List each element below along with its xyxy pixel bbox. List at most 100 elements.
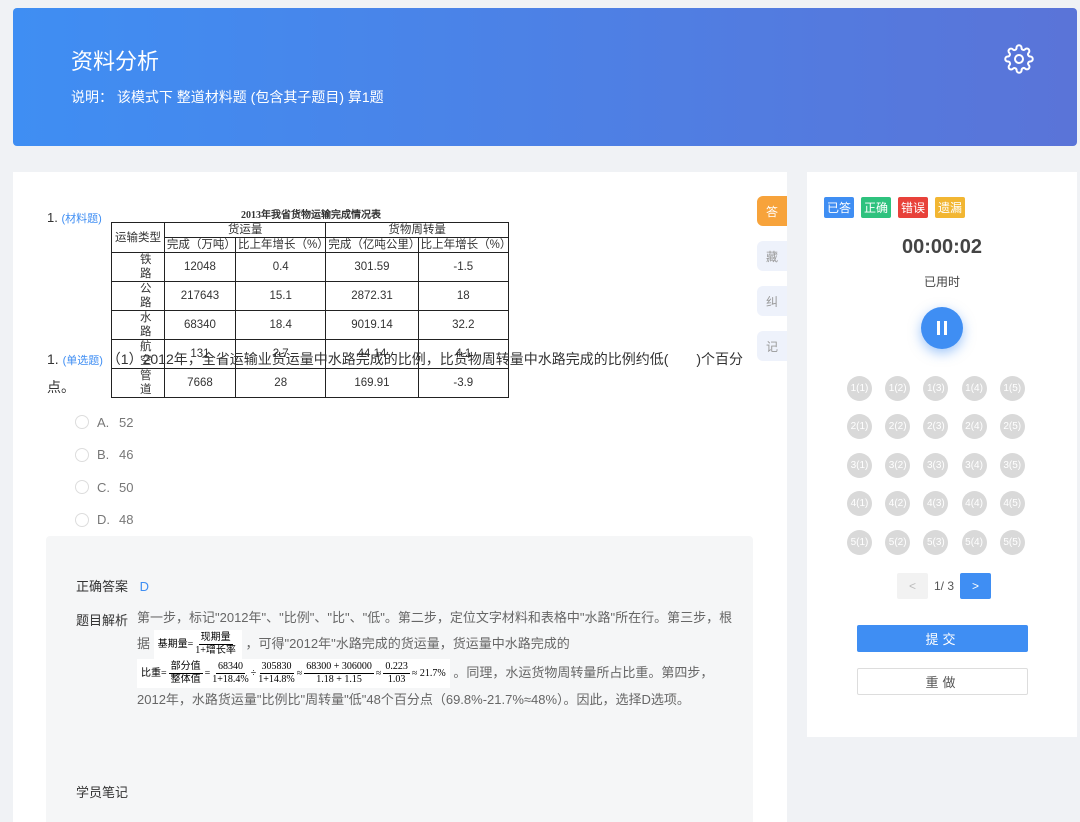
options-list: A. 52 B. 46 C. 50 D. 48 xyxy=(75,406,133,536)
legend-badge: 已答 xyxy=(824,197,855,218)
question-area: 1. (材料题) 2013年我省货物运输完成情况表 运输类型 货运量 货物周转量… xyxy=(13,172,787,822)
table-cell: 水路 xyxy=(111,310,165,340)
table-cell: 217643 xyxy=(163,281,237,311)
question-cell[interactable]: 5(4) xyxy=(961,529,987,555)
table-row: 铁路 12048 0.4 301.59 -1.5 xyxy=(111,252,510,282)
side-tag-1[interactable]: 藏 xyxy=(757,241,787,271)
timer-label: 已用时 xyxy=(923,275,960,289)
option-letter: B. xyxy=(97,447,110,463)
question-cell[interactable]: 4(3) xyxy=(923,491,949,517)
analysis-text: 第一步，标记"2012年"、"比例"、"比"、"低"。第二步，定位文字材料和表格… xyxy=(137,606,737,712)
option-a[interactable]: A. 52 xyxy=(75,406,133,439)
option-c[interactable]: C. 50 xyxy=(75,471,133,504)
status-legend: 已答 正确 错误 遗漏 xyxy=(824,197,966,218)
table-row: 水路 68340 18.4 9019.14 32.2 xyxy=(111,310,510,340)
pause-icon xyxy=(937,321,940,335)
question-cell[interactable]: 5(5) xyxy=(999,529,1025,555)
analysis-text-part2: ，可得"2012年"水路完成的货运量，货运量中水路完成的 xyxy=(245,635,570,651)
material-index: 1. xyxy=(47,210,58,225)
question-cell[interactable]: 1(4) xyxy=(961,376,987,401)
option-letter: D. xyxy=(97,512,110,528)
question-cell[interactable]: 2(2) xyxy=(885,414,911,440)
gear-icon[interactable] xyxy=(1004,44,1034,74)
question-cell[interactable]: 3(1) xyxy=(847,452,872,478)
question-text: （1）2012年，全省运输业货运量中水路完成的比例，比货物周转量中水路完成的比例… xyxy=(47,351,744,395)
question-cell[interactable]: 5(1) xyxy=(847,529,872,555)
table-cell: -1.5 xyxy=(417,252,510,282)
question-cell[interactable]: 1(5) xyxy=(999,376,1025,401)
submit-button[interactable]: 提交 xyxy=(857,625,1028,652)
question-stem: 1. (单选题) （1）2012年，全省运输业货运量中水路完成的比例，比货物周转… xyxy=(47,346,759,400)
question-cell[interactable]: 2(3) xyxy=(923,414,949,440)
answer-row: 正确答案 D xyxy=(76,576,149,595)
option-b[interactable]: B. 46 xyxy=(75,439,133,472)
question-cell[interactable]: 5(2) xyxy=(885,529,911,555)
table-cell: 301.59 xyxy=(325,252,419,282)
option-text: 48 xyxy=(119,512,134,528)
table-cell: 15.1 xyxy=(235,281,327,311)
mode-description: 说明： 该模式下 整道材料题 (包含其子题目) 算1题 xyxy=(71,89,384,105)
question-cell[interactable]: 1(2) xyxy=(885,376,911,401)
question-tag: (单选题) xyxy=(62,355,103,367)
table-cell: 68340 xyxy=(163,310,237,340)
question-cell[interactable]: 1(3) xyxy=(923,376,949,401)
question-cell[interactable]: 3(5) xyxy=(999,452,1025,478)
timer-display: 00:00:02 xyxy=(901,236,983,258)
prev-page-button[interactable]: < xyxy=(897,573,928,599)
table-cell: 0.4 xyxy=(235,252,327,282)
table-cell: 2872.31 xyxy=(325,281,419,311)
radio-button[interactable] xyxy=(75,447,89,462)
radio-button[interactable] xyxy=(75,415,89,430)
question-cell[interactable]: 4(2) xyxy=(885,491,911,517)
pause-button[interactable] xyxy=(921,307,963,349)
question-grid: 1(1) 1(2) 1(3) 1(4) 1(5) 2(1) 2(2) 2(3) 2(4) 2(5)… xyxy=(847,376,1025,555)
side-tag-3[interactable]: 记 xyxy=(757,331,787,361)
side-tag-2[interactable]: 纠 xyxy=(757,286,787,316)
analysis-box: 正确答案 D 题目解析 第一步，标记"2012年"、"比例"、"比"、"低"。第… xyxy=(46,536,753,822)
question-cell[interactable]: 2(5) xyxy=(999,414,1025,440)
answer-value: D xyxy=(139,579,150,594)
page-info: 1/ 3 xyxy=(934,579,955,593)
side-tag-list: 答藏纠记 xyxy=(757,196,787,376)
col-type-header: 运输类型 xyxy=(111,222,165,253)
question-cell[interactable]: 3(4) xyxy=(961,452,987,478)
side-tag-0[interactable]: 答 xyxy=(757,196,787,226)
table-cell: 18 xyxy=(417,281,510,311)
table-cell: 32.2 xyxy=(417,310,510,340)
question-cell[interactable]: 2(1) xyxy=(847,414,872,440)
table-cell: 公路 xyxy=(111,281,165,311)
sub-header: 完成（亿吨公里） xyxy=(325,237,420,253)
question-cell[interactable]: 1(1) xyxy=(847,376,872,401)
table-title: 2013年我省货物运输完成情况表 xyxy=(241,210,381,221)
option-letter: C. xyxy=(97,479,110,495)
question-cell[interactable]: 3(3) xyxy=(923,452,949,478)
answer-label: 正确答案 xyxy=(76,579,129,594)
sub-header: 完成（万吨） xyxy=(163,237,237,253)
next-page-button[interactable]: > xyxy=(960,573,992,599)
answer-sheet-panel: 已答 正确 错误 遗漏 00:00:02 已用时 1(1) 1(2) 1(3) 1(4) 1(… xyxy=(807,172,1077,737)
sub-header: 比上年增长（%） xyxy=(235,237,329,253)
material-number: 1. (材料题) xyxy=(47,210,102,226)
redo-button[interactable]: 重做 xyxy=(857,668,1028,695)
question-cell[interactable]: 4(5) xyxy=(999,491,1025,517)
radio-button[interactable] xyxy=(75,512,89,527)
legend-badge: 遗漏 xyxy=(935,197,966,218)
question-cell[interactable]: 4(4) xyxy=(961,491,987,517)
material-tag: (材料题) xyxy=(61,213,102,225)
group-header-2: 货物周转量 xyxy=(325,222,509,238)
question-cell[interactable]: 4(1) xyxy=(847,491,872,517)
analysis-label: 题目解析 xyxy=(76,613,129,628)
page-header: 资料分析 说明： 该模式下 整道材料题 (包含其子题目) 算1题 xyxy=(13,8,1077,146)
option-text: 46 xyxy=(119,447,134,463)
question-cell[interactable]: 5(3) xyxy=(923,529,949,555)
radio-button[interactable] xyxy=(75,480,89,495)
question-cell[interactable]: 3(2) xyxy=(885,452,911,478)
option-d[interactable]: D. 48 xyxy=(75,504,133,537)
page-title: 资料分析 xyxy=(71,49,160,74)
legend-badge: 错误 xyxy=(898,197,929,218)
question-cell[interactable]: 2(4) xyxy=(961,414,987,440)
legend-badge: 正确 xyxy=(861,197,892,218)
formula-proportion: 比重= 部分值 整体值 = 68340 1+18.4% ÷ 305830 1+14.8% ≈683… xyxy=(137,659,450,688)
table-row: 公路 217643 15.1 2872.31 18 xyxy=(111,281,510,311)
question-index: 1. xyxy=(47,351,59,367)
